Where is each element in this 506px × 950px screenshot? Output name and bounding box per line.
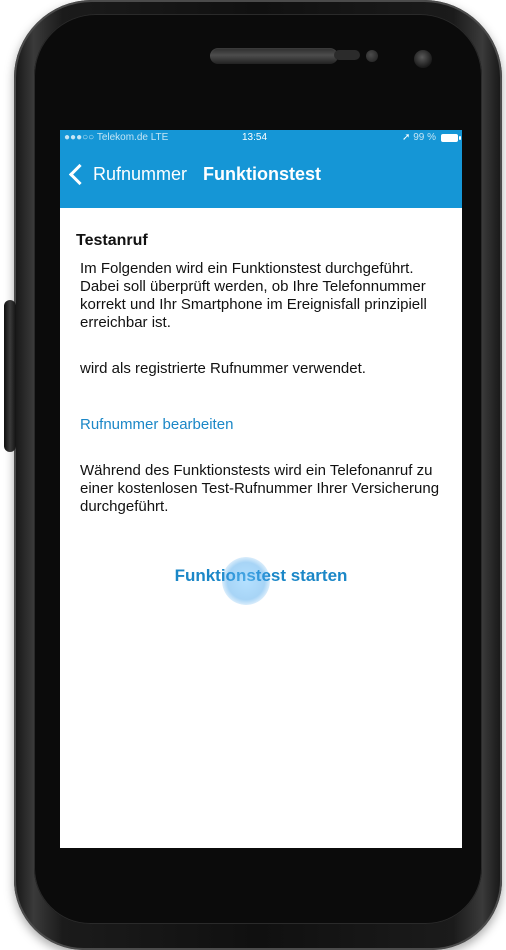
back-button[interactable]: Rufnummer bbox=[68, 163, 188, 185]
phone-sensor bbox=[334, 50, 360, 60]
edit-number-link[interactable]: Rufnummer bearbeiten bbox=[80, 416, 233, 433]
battery-percentage: 99 % bbox=[413, 132, 436, 143]
phone-screen: ●●●○○ Telekom.de LTE 13:54 ➚ 99 % Rufnum… bbox=[60, 130, 462, 848]
phone-proximity-sensor bbox=[366, 50, 378, 62]
status-carrier-group: ●●●○○ Telekom.de LTE bbox=[64, 130, 168, 146]
status-bar: ●●●○○ Telekom.de LTE 13:54 ➚ 99 % bbox=[60, 130, 462, 146]
phone-side-button bbox=[4, 300, 16, 452]
start-test-button[interactable]: Funktionstest starten bbox=[60, 566, 462, 586]
carrier-name: Telekom.de bbox=[96, 132, 148, 143]
section-title: Testanruf bbox=[76, 232, 148, 249]
navigation-bar: Rufnummer Funktionstest bbox=[60, 146, 462, 208]
location-arrow-icon: ➚ bbox=[402, 132, 411, 143]
status-right-group: ➚ 99 % bbox=[402, 130, 436, 146]
page-title: Funktionstest bbox=[203, 164, 322, 184]
status-time: 13:54 bbox=[242, 132, 268, 143]
registered-number-text: wird als registrierte Rufnummer verwende… bbox=[80, 360, 366, 377]
test-description-text: Während des Funktionstests wird ein Tele… bbox=[80, 462, 440, 515]
back-button-label: Rufnummer bbox=[93, 164, 188, 184]
battery-icon bbox=[441, 134, 461, 142]
phone-speaker bbox=[210, 48, 338, 64]
signal-dots-icon: ●●●○○ bbox=[64, 132, 95, 143]
front-camera bbox=[414, 50, 432, 68]
intro-text: Im Folgenden wird ein Funktionstest durc… bbox=[80, 260, 427, 331]
chevron-left-icon bbox=[68, 163, 91, 185]
network-type: LTE bbox=[150, 132, 169, 143]
